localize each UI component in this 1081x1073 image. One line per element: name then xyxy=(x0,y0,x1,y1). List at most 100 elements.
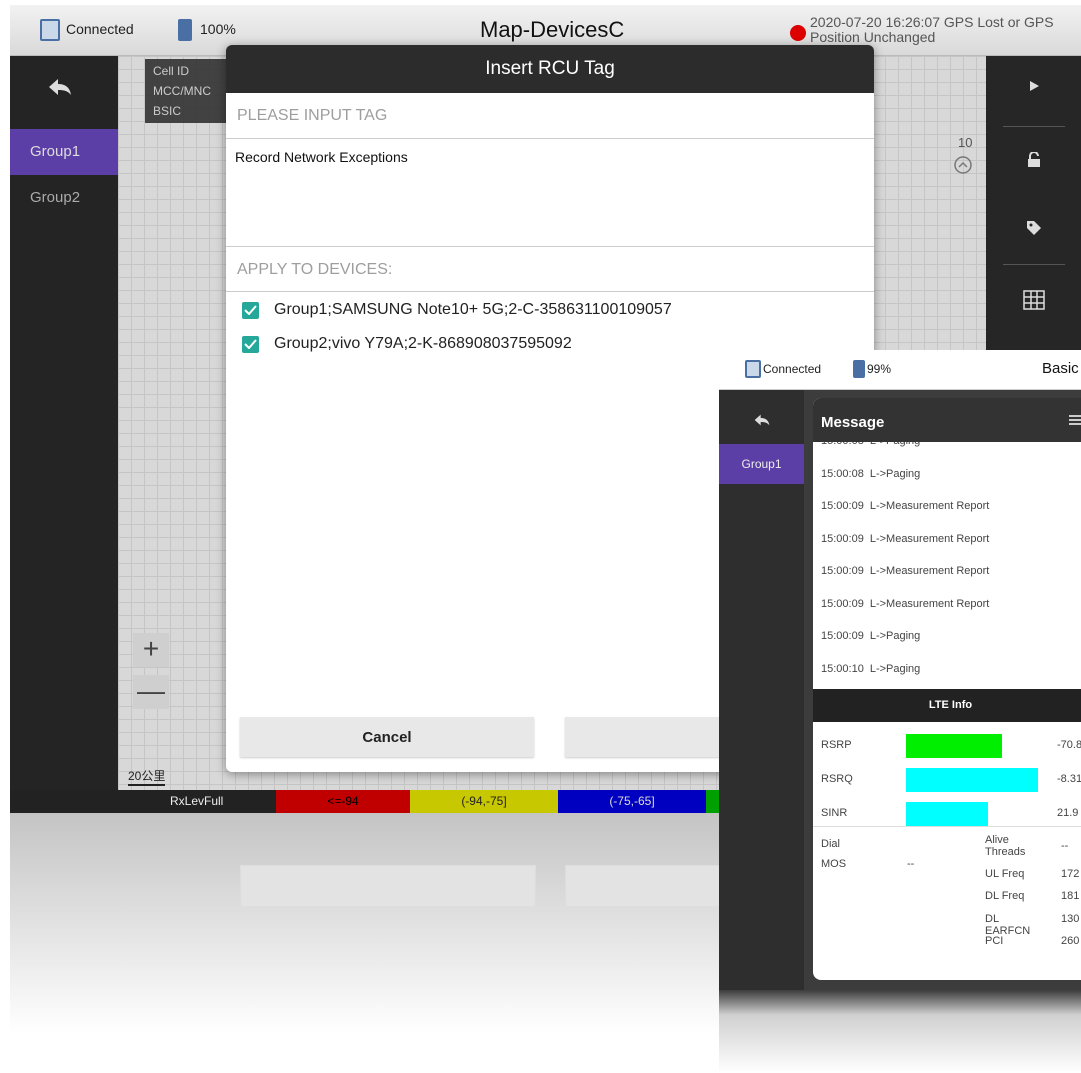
info-key: Alive Threads xyxy=(985,834,1026,858)
message-time: 15:00:08 xyxy=(821,467,864,480)
connection-status: Connected xyxy=(763,362,822,376)
battery-level: 99% xyxy=(867,362,892,376)
device-option[interactable]: Group1;SAMSUNG Note10+ 5G;2-C-3586311001… xyxy=(242,297,672,323)
lte-info-title: LTE Info xyxy=(813,689,1081,722)
chevron-up-icon[interactable] xyxy=(953,155,973,180)
message-row: 15:00:09 L->Measurement Report xyxy=(821,598,989,610)
legend-item: (-94,-75] xyxy=(410,790,558,813)
lte-metric-bar xyxy=(906,768,1038,792)
message-row: 15:00:08 L->Paging xyxy=(821,468,920,480)
info-key: MOS xyxy=(821,858,847,870)
battery-level: 100% xyxy=(200,21,236,37)
battery-icon xyxy=(853,360,865,378)
mcc-mnc-label: MCC/MNC xyxy=(153,84,211,98)
message-text: L->Measurement Report xyxy=(869,597,990,610)
info-key: DL Freq xyxy=(985,890,1025,902)
zoom-in-button[interactable]: + xyxy=(133,633,169,667)
toolbar-divider xyxy=(1003,264,1065,265)
back-icon[interactable] xyxy=(754,413,770,431)
message-text: L->Measurement Report xyxy=(869,500,990,512)
connection-status: Connected xyxy=(66,21,134,37)
cancel-button[interactable]: Cancel xyxy=(240,717,534,757)
legend-item: (-75,-65] xyxy=(558,790,706,813)
device-label: Group1;SAMSUNG Note10+ 5G;2-C-3586311001… xyxy=(274,301,672,318)
lte-metrics: RSRP -70.8 RSRQ -8.31 SINR 21.9 xyxy=(813,722,1081,832)
divider xyxy=(813,826,1081,827)
message-text: L->Paging xyxy=(869,467,921,480)
lte-metric-bar xyxy=(906,802,988,826)
front-status-bar: Connected 99% Basic xyxy=(719,350,1081,390)
map-scale-value: 10 xyxy=(958,135,973,150)
message-text: L->Measurement Report xyxy=(869,565,990,577)
message-time: 15:00:09 xyxy=(821,630,864,642)
play-icon[interactable] xyxy=(986,56,1081,116)
message-text: L->Paging xyxy=(869,630,921,642)
legend-item: <=-94 xyxy=(276,790,410,813)
info-value: 181 xyxy=(1061,890,1080,902)
lte-metric-bar xyxy=(906,734,1002,758)
lte-metric-value: -8.31 xyxy=(1057,773,1081,785)
info-value: -- xyxy=(1061,840,1069,852)
reflected-button xyxy=(240,865,536,907)
filter-icon[interactable] xyxy=(1069,412,1081,433)
message-time: 15:00:08 xyxy=(821,442,864,447)
message-row: 15:00:10 L->Paging xyxy=(821,663,920,675)
toolbar-divider xyxy=(1003,126,1065,127)
legend-label: RxLevFull xyxy=(170,794,224,808)
device-option[interactable]: Group2;vivo Y79A;2-K-868908037595092 xyxy=(242,331,572,357)
info-value: 130 xyxy=(1061,913,1080,925)
device-label: Group2;vivo Y79A;2-K-868908037595092 xyxy=(274,335,572,352)
lte-metric-value: 21.9 xyxy=(1057,807,1079,819)
group-sidebar: Group1 Group2 xyxy=(10,56,118,813)
table-icon[interactable] xyxy=(986,270,1081,330)
cell-id-label: Cell ID xyxy=(153,64,190,78)
lte-metric-value: -70.8 xyxy=(1057,739,1081,751)
sidebar-item-group2[interactable]: Group2 xyxy=(10,175,118,221)
screen-reflection xyxy=(10,813,720,1073)
info-key: Dial xyxy=(821,838,840,850)
message-title: Message xyxy=(813,398,1081,442)
tag-input[interactable]: Record Network Exceptions xyxy=(235,149,855,239)
screen-reflection xyxy=(719,990,1081,1073)
battery-icon xyxy=(178,19,192,41)
dialog-title: Insert RCU Tag xyxy=(226,45,874,93)
lte-metric-name: RSRP xyxy=(821,739,852,751)
sidebar-item-group1[interactable]: Group1 xyxy=(10,129,118,175)
unlock-icon[interactable] xyxy=(986,130,1081,190)
page-title: Map-DevicesC xyxy=(480,17,625,42)
checkbox-checked-icon[interactable] xyxy=(242,335,259,353)
gps-alert-text: 2020-07-20 16:26:07 GPS Lost or GPS Posi… xyxy=(810,14,1054,45)
back-icon[interactable] xyxy=(48,78,72,101)
legend-item xyxy=(706,790,720,813)
message-time: 15:00:09 xyxy=(821,565,864,577)
apply-devices-heading: APPLY TO DEVICES: xyxy=(226,246,874,292)
info-value: 260 xyxy=(1061,935,1080,947)
message-time: 15:00:09 xyxy=(821,597,864,610)
message-text: L->Measurement Report xyxy=(869,532,990,545)
message-row: 15:00:09 L->Measurement Report xyxy=(821,565,989,577)
checkbox-checked-icon[interactable] xyxy=(242,301,259,319)
front-title: Basic xyxy=(1042,360,1079,377)
gps-alert-icon xyxy=(790,25,806,41)
info-value: 172 xyxy=(1061,868,1080,880)
zoom-out-button[interactable]: — xyxy=(133,675,169,709)
message-time: 15:00:09 xyxy=(821,500,864,512)
lte-metric-name: SINR xyxy=(821,807,848,819)
device-icon xyxy=(745,360,761,378)
info-value: -- xyxy=(907,858,915,870)
scale-bar: 20公里 xyxy=(128,767,166,786)
info-key: DL EARFCN xyxy=(985,913,1031,937)
message-time: 15:00:09 xyxy=(821,532,864,545)
message-list[interactable]: 15:00:08L->Paging15:00:08L->Paging15:00:… xyxy=(813,442,1081,689)
input-tag-heading: PLEASE INPUT TAG xyxy=(226,93,874,139)
tag-icon[interactable] xyxy=(986,198,1081,258)
info-key: UL Freq xyxy=(985,868,1025,880)
message-text: L->Paging xyxy=(870,442,920,447)
bsic-label: BSIC xyxy=(153,104,182,118)
message-card: Message 15:00:08 L->Paging 15:00:08 L->Pagi… xyxy=(813,398,1081,980)
message-row: 15:00:09 L->Paging xyxy=(821,630,920,642)
sidebar-item-group1[interactable]: Group1 xyxy=(719,444,804,484)
legend-item-label: <=-94 xyxy=(327,794,359,808)
front-screen: Connected 99% Basic Group1 Message 15:00… xyxy=(719,350,1081,990)
legend-item-label: (-75,-65] xyxy=(609,794,655,808)
